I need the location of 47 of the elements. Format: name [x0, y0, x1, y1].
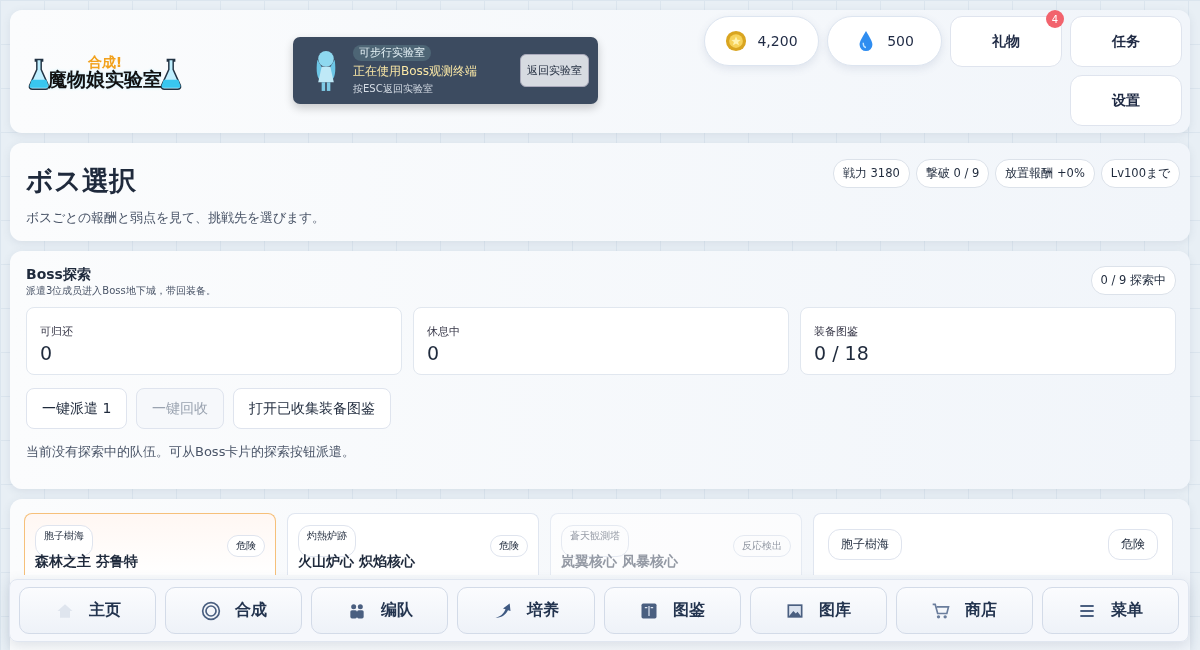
stat-value: 0: [40, 342, 54, 364]
info-note: 当前没有探索中的队伍。可从Boss卡片的探索按钮派遣。: [26, 443, 357, 461]
currency-amount: 500: [887, 33, 914, 49]
risk-tag: 危険: [490, 535, 528, 557]
status-chip: 0 / 9 探索中: [1090, 266, 1176, 295]
stat-value: 0 / 18: [814, 342, 870, 364]
coin-icon: [725, 30, 748, 52]
ring-icon: [200, 600, 221, 621]
section-title: Boss探索: [26, 266, 92, 284]
stat-label: 可归还: [40, 324, 74, 339]
menu-button[interactable]: 任务: [1070, 16, 1182, 67]
currency-amount: 4,200: [757, 33, 798, 49]
nav-button[interactable]: 图鉴: [603, 587, 741, 634]
nav-button[interactable]: 菜单: [1041, 587, 1179, 634]
flask-icon: [160, 57, 182, 90]
nav-button[interactable]: 主页: [19, 587, 157, 634]
logo-tagline: 合成!: [87, 55, 123, 69]
stat-chip: 放置報酬 +0%: [995, 159, 1095, 188]
nav-button[interactable]: 培养: [457, 587, 595, 634]
return-button[interactable]: 返回实验室: [520, 54, 589, 87]
nav-button[interactable]: 图库: [749, 587, 887, 634]
banner-hint: 按ESC返回实验室: [353, 82, 433, 96]
nav-button[interactable]: 编队: [311, 587, 449, 634]
page-description: ボスごとの報酬と弱点を見て、挑戦先を選びます。: [26, 210, 326, 227]
action-button[interactable]: 一键派遣 1: [26, 388, 128, 429]
banner-tag: 可步行实验室: [353, 45, 431, 61]
menu-button[interactable]: 设置: [1070, 75, 1182, 126]
action-button[interactable]: 打开已收集装备图鉴: [233, 388, 392, 429]
stat-value: 0: [427, 342, 441, 364]
risk-tag: 危険: [227, 535, 265, 557]
stat-chip: Lv100まで: [1100, 159, 1180, 188]
stat-label: 装备图鉴: [814, 324, 859, 339]
area-tag: 胞子樹海: [828, 529, 902, 560]
notification-badge: 4: [1046, 10, 1064, 28]
nav-button[interactable]: 商店: [895, 587, 1033, 634]
page-title: ボス選択: [26, 164, 137, 198]
banner-title: 正在使用Boss观测终端: [353, 63, 478, 80]
risk-tag: 危険: [1108, 529, 1158, 560]
stat-label: 休息中: [427, 324, 461, 339]
risk-tag: 反応検出: [733, 535, 791, 557]
flask-icon: [28, 57, 50, 90]
logo-title: 魔物娘实验室: [48, 69, 162, 90]
nav-button[interactable]: 合成: [165, 587, 303, 634]
stat-chip: 戦力 3180: [832, 159, 910, 188]
section-subtitle: 派遣3位成员进入Boss地下城，带回装备。: [26, 284, 217, 298]
stat-chip: 撃破 0 / 9: [915, 159, 990, 188]
boss-card[interactable]: 胞子樹海 危険: [813, 513, 1173, 575]
